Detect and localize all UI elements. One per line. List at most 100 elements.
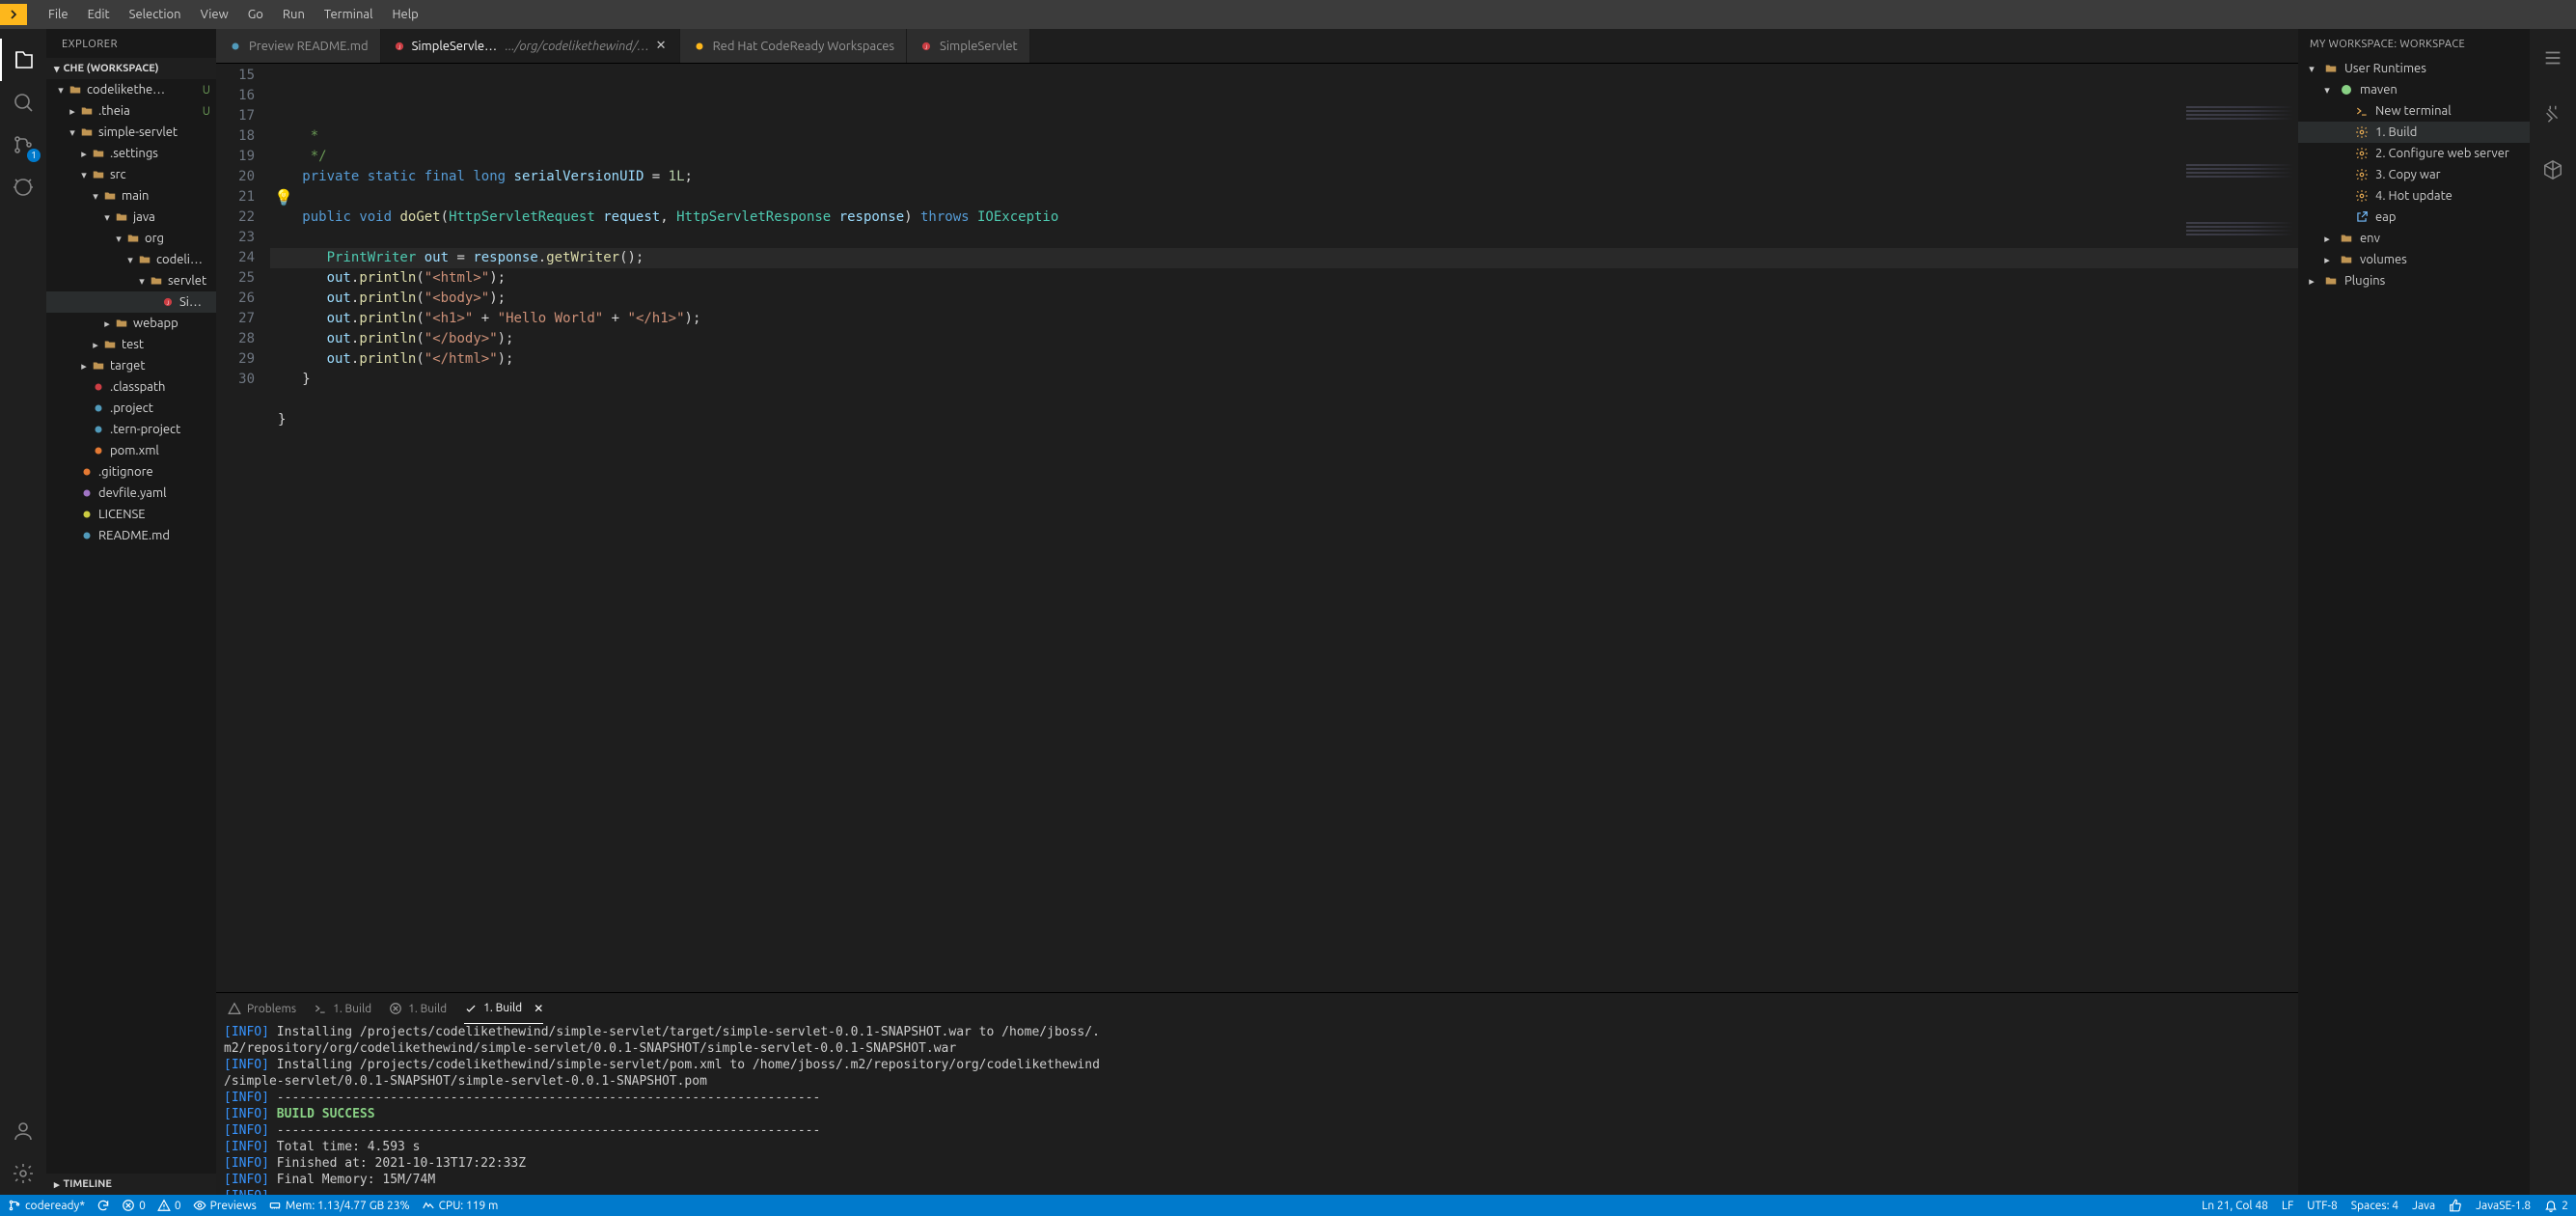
file-Sim…[interactable]: JSim… [46,291,216,313]
status-position[interactable]: Ln 21, Col 48 [2202,1200,2268,1212]
check-icon [464,1002,478,1015]
status-cpu[interactable]: CPU: 119 m [422,1199,499,1212]
status-previews[interactable]: Previews [193,1199,257,1212]
folder-icon [2339,253,2354,266]
panel-terminal-output[interactable]: [INFO] Installing /projects/codelikethew… [216,1024,2298,1195]
status-sync-icon[interactable] [96,1199,110,1212]
status-bell[interactable]: 2 [2544,1199,2568,1212]
file-pom.xml[interactable]: pom.xml [46,440,216,461]
editor-code[interactable]: * */ private static final long serialVer… [270,64,2298,992]
dotgreen-icon [2339,84,2354,96]
timeline-header[interactable]: ▸ TIMELINE [46,1174,216,1195]
chevron-right-icon: ▸ [54,1178,60,1191]
folder-.settings[interactable]: ▸.settings [46,143,216,164]
ws-item-3-copy-war[interactable]: 3. Copy war [2298,164,2530,185]
folder-org[interactable]: ▾org [46,228,216,249]
file-.classpath[interactable]: .classpath [46,376,216,398]
close-icon[interactable]: ✕ [534,1002,543,1015]
activity-account-icon[interactable] [0,1110,46,1152]
ws-item-new-terminal[interactable]: New terminal [2298,100,2530,122]
status-thumbs-icon[interactable] [2449,1199,2462,1212]
che-logo[interactable] [0,4,27,25]
menubar: FileEditSelectionViewGoRunTerminalHelp [0,0,2576,29]
folder-codeli…[interactable]: ▾codeli… [46,249,216,270]
panel-tab-1-build[interactable]: 1. Build [389,993,447,1024]
menu-help[interactable]: Help [382,8,427,21]
workspace-panel: MY WORKSPACE: WORKSPACE ▾User Runtimes▾m… [2298,29,2530,1195]
activity-search-icon[interactable] [0,81,46,124]
ws-item-eap[interactable]: eap [2298,207,2530,228]
workspace-header[interactable]: ▾ CHE (WORKSPACE) [46,58,216,79]
folder-src[interactable]: ▾src [46,164,216,185]
tab-simpleservlet[interactable]: JSimpleServlet [907,29,1030,63]
activity-settings-icon[interactable] [0,1152,46,1195]
ws-item-label: New terminal [2375,104,2452,118]
status-java-ver[interactable]: JavaSE-1.8 [2476,1200,2531,1212]
tab-preview-readme-md[interactable]: Preview README.md [216,29,381,63]
folder-simple-servlet[interactable]: ▾simple-servlet [46,122,216,143]
ws-item-maven[interactable]: ▾maven [2298,79,2530,100]
status-encoding[interactable]: UTF-8 [2307,1200,2337,1212]
menu-run[interactable]: Run [273,8,315,21]
folder-icon [91,358,106,373]
panel-tab-problems[interactable]: Problems [228,993,296,1024]
activity-debug-icon[interactable] [0,166,46,208]
folder-target[interactable]: ▸target [46,355,216,376]
tree-label: .project [110,401,210,415]
right-cube-icon[interactable] [2530,151,2576,189]
git-status-badge: U [203,105,210,118]
tree-label: test [122,338,210,351]
ws-item-user-runtimes[interactable]: ▾User Runtimes [2298,58,2530,79]
ws-item-plugins[interactable]: ▸Plugins [2298,270,2530,291]
ws-item-label: 4. Hot update [2375,189,2453,203]
right-plug-icon[interactable] [2530,95,2576,133]
ws-item-volumes[interactable]: ▸volumes [2298,249,2530,270]
gear-icon [2354,125,2370,139]
folder-main[interactable]: ▾main [46,185,216,207]
folder-webapp[interactable]: ▸webapp [46,313,216,334]
ws-item-1-build[interactable]: 1. Build [2298,122,2530,143]
folder-servlet[interactable]: ▾servlet [46,270,216,291]
status-indent[interactable]: Spaces: 4 [2351,1200,2398,1212]
ws-item-env[interactable]: ▸env [2298,228,2530,249]
activity-explorer-icon[interactable] [0,39,46,81]
folder-java[interactable]: ▾java [46,207,216,228]
editor-body[interactable]: 15161718192021222324252627282930💡 * */ p… [216,64,2298,992]
ws-item-4-hot-update[interactable]: 4. Hot update [2298,185,2530,207]
status-branch[interactable]: codeready* [8,1199,85,1212]
file-.gitignore[interactable]: .gitignore [46,461,216,483]
status-eol[interactable]: LF [2282,1200,2293,1212]
folder-icon [102,337,118,352]
file-devfile.yaml[interactable]: devfile.yaml [46,483,216,504]
tree-label: pom.xml [110,444,210,457]
menu-file[interactable]: File [39,8,78,21]
folder-codelikethe…[interactable]: ▾codelikethe…U [46,79,216,100]
tab-label: Red Hat CodeReady Workspaces [713,40,894,53]
menu-edit[interactable]: Edit [78,8,120,21]
panel-tab-1-build[interactable]: 1. Build✕ [464,993,543,1024]
ws-item-2-configure-web-server[interactable]: 2. Configure web server [2298,143,2530,164]
menu-terminal[interactable]: Terminal [315,8,383,21]
tab-red-hat-codeready-workspaces[interactable]: Red Hat CodeReady Workspaces [680,29,907,63]
file-.tern-project[interactable]: .tern-project [46,419,216,440]
folder-.theia[interactable]: ▸.theiaU [46,100,216,122]
menu-go[interactable]: Go [238,8,273,21]
panel-tab-label: Problems [247,1003,296,1015]
menu-view[interactable]: View [191,8,238,21]
activity-scm-icon[interactable]: 1 [0,124,46,166]
close-icon[interactable]: ✕ [656,39,668,53]
file-README.md[interactable]: README.md [46,525,216,546]
status-errors[interactable]: 0 [122,1199,146,1212]
folder-test[interactable]: ▸test [46,334,216,355]
right-list-icon[interactable] [2530,39,2576,77]
status-lang[interactable]: Java [2412,1200,2435,1212]
ws-item-label: 2. Configure web server [2375,147,2509,160]
status-warnings[interactable]: 0 [157,1199,181,1212]
menu-selection[interactable]: Selection [120,8,191,21]
tab-simpleservlet-java[interactable]: JSimpleServlet.java.../org/codelikethewi… [381,29,680,63]
status-mem[interactable]: Mem: 1.13/4.77 GB 23% [268,1199,410,1212]
panel-tab-1-build[interactable]: 1. Build [314,993,371,1024]
file-LICENSE[interactable]: LICENSE [46,504,216,525]
terminal-icon [2354,104,2370,118]
file-.project[interactable]: .project [46,398,216,419]
